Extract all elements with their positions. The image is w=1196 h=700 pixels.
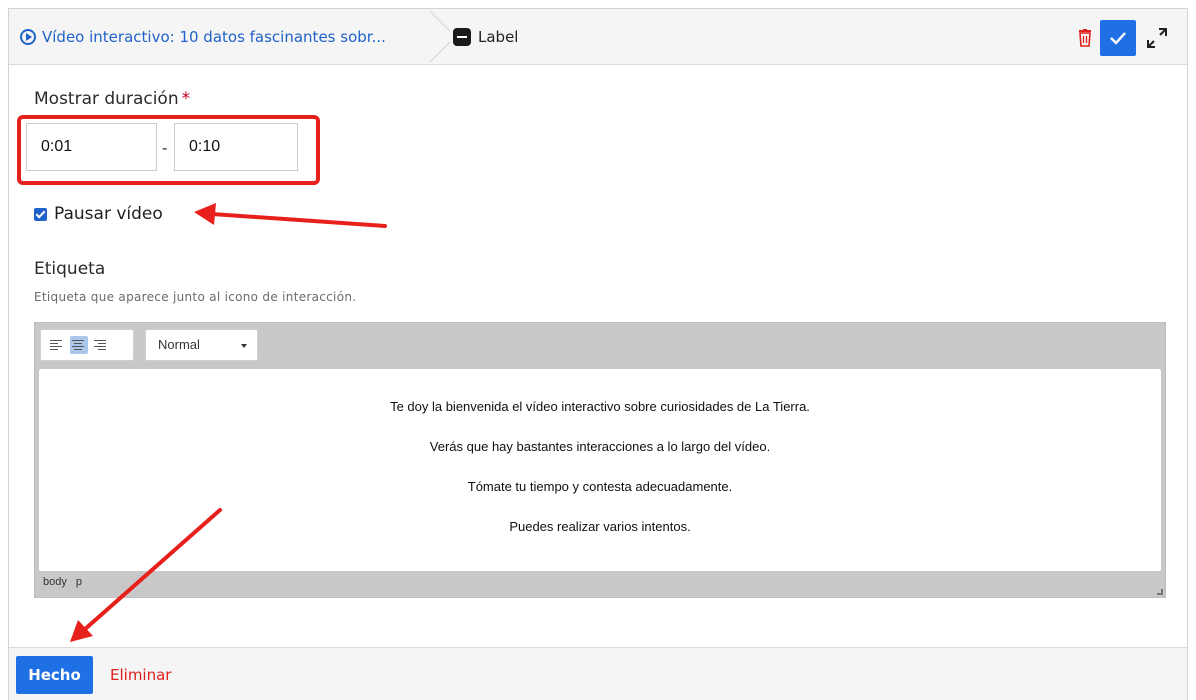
rich-text-editor: Normal Te doy la bienvenida el vídeo int…: [34, 322, 1166, 598]
breadcrumb-video-label: Vídeo interactivo: 10 datos fascinantes …: [42, 28, 386, 46]
etiqueta-description: Etiqueta que aparece junto al icono de i…: [34, 290, 357, 304]
align-center-icon[interactable]: [70, 336, 88, 354]
label-icon: [453, 28, 471, 46]
footer-bar: Hecho Eliminar: [9, 647, 1187, 700]
editor-line: Te doy la bienvenida el vídeo interactiv…: [390, 399, 810, 414]
breadcrumb-separator: [430, 9, 450, 65]
confirm-button[interactable]: [1100, 20, 1136, 56]
align-right-icon[interactable]: [92, 336, 110, 354]
chevron-down-icon: [241, 344, 247, 348]
editor-line: Puedes realizar varios intentos.: [509, 519, 691, 534]
breadcrumb-label: Label: [453, 9, 518, 65]
interaction-editor-dialog: Vídeo interactivo: 10 datos fascinantes …: [8, 8, 1188, 700]
format-select-value: Normal: [158, 337, 200, 352]
pause-video-option[interactable]: Pausar vídeo: [34, 204, 163, 224]
editor-line: Tómate tu tiempo y contesta adecuadament…: [467, 479, 733, 494]
resize-handle-icon[interactable]: [1157, 589, 1163, 595]
pause-video-label: Pausar vídeo: [54, 204, 163, 224]
element-path: body p: [43, 576, 83, 588]
etiqueta-title: Etiqueta: [34, 259, 106, 279]
required-mark: *: [181, 89, 191, 109]
done-button[interactable]: Hecho: [16, 656, 93, 694]
breadcrumb-bar: Vídeo interactivo: 10 datos fascinantes …: [9, 9, 1187, 65]
pause-video-checkbox[interactable]: [34, 207, 47, 221]
trash-icon[interactable]: [1077, 29, 1093, 47]
duration-label: Mostrar duración *: [34, 89, 190, 109]
align-left-icon[interactable]: [48, 336, 66, 354]
editor-line: Verás que hay bastantes interacciones a …: [429, 439, 771, 454]
delete-link[interactable]: Eliminar: [110, 666, 171, 684]
alignment-group: [40, 329, 134, 361]
format-select[interactable]: Normal: [145, 329, 258, 361]
expand-icon[interactable]: [1145, 26, 1169, 50]
play-circle-icon: [20, 29, 36, 45]
check-icon: [1110, 32, 1126, 45]
breadcrumb-label-text: Label: [478, 28, 519, 46]
duration-label-text: Mostrar duración: [34, 89, 179, 109]
breadcrumb-video[interactable]: Vídeo interactivo: 10 datos fascinantes …: [9, 9, 434, 65]
editor-content[interactable]: Te doy la bienvenida el vídeo interactiv…: [39, 369, 1161, 571]
annotation-highlight-box: [17, 115, 320, 185]
